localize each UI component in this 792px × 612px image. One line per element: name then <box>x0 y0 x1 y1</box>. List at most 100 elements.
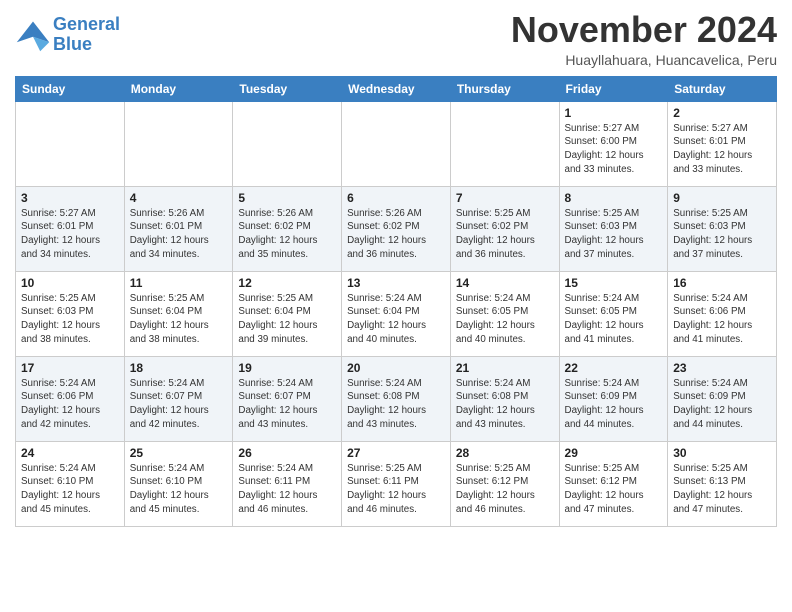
calendar: SundayMondayTuesdayWednesdayThursdayFrid… <box>15 76 777 527</box>
calendar-cell: 1 Sunrise: 5:27 AMSunset: 6:00 PMDaylight… <box>559 101 668 186</box>
week-row-5: 24 Sunrise: 5:24 AMSunset: 6:10 PMDayligh… <box>16 441 777 526</box>
logo-icon <box>15 17 51 53</box>
calendar-cell: 18Sunrise: 5:24 AMSunset: 6:07 PMDayligh… <box>124 356 233 441</box>
day-number: 13 <box>347 276 445 290</box>
calendar-cell <box>450 101 559 186</box>
calendar-cell: 24 Sunrise: 5:24 AMSunset: 6:10 PMDayligh… <box>16 441 125 526</box>
day-number: 24 <box>21 446 119 460</box>
logo: General Blue <box>15 15 120 55</box>
day-info: Sunrise: 5:27 AMSunset: 6:00 PMDaylight:… <box>565 122 663 177</box>
calendar-cell: 21 Sunrise: 5:24 AMSunset: 6:08 PMDayligh… <box>450 356 559 441</box>
day-number: 30 <box>673 446 771 460</box>
day-number: 4 <box>130 191 228 205</box>
calendar-cell: 10 Sunrise: 5:25 AMSunset: 6:03 PMDayligh… <box>16 271 125 356</box>
day-info: Sunrise: 5:24 AMSunset: 6:10 PMDaylight:… <box>130 462 228 517</box>
day-number: 20 <box>347 361 445 375</box>
day-info: Sunrise: 5:25 AMSunset: 6:13 PMDaylight:… <box>673 462 771 517</box>
calendar-cell: 4Sunrise: 5:26 AMSunset: 6:01 PMDaylight… <box>124 186 233 271</box>
day-number: 29 <box>565 446 663 460</box>
day-info: Sunrise: 5:26 AMSunset: 6:02 PMDaylight:… <box>238 207 336 262</box>
weekday-header-sunday: Sunday <box>16 76 125 101</box>
month-title: November 2024 <box>511 10 777 50</box>
calendar-cell: 25 Sunrise: 5:24 AMSunset: 6:10 PMDayligh… <box>124 441 233 526</box>
day-info: Sunrise: 5:24 AMSunset: 6:07 PMDaylight:… <box>130 377 228 432</box>
title-block: November 2024 Huayllahuara, Huancavelica… <box>511 10 777 68</box>
day-info: Sunrise: 5:24 AMSunset: 6:06 PMDaylight:… <box>673 292 771 347</box>
day-info: Sunrise: 5:24 AMSunset: 6:09 PMDaylight:… <box>565 377 663 432</box>
calendar-cell <box>16 101 125 186</box>
day-info: Sunrise: 5:24 AMSunset: 6:05 PMDaylight:… <box>456 292 554 347</box>
calendar-cell: 12 Sunrise: 5:25 AMSunset: 6:04 PMDayligh… <box>233 271 342 356</box>
day-info: Sunrise: 5:26 AMSunset: 6:02 PMDaylight:… <box>347 207 445 262</box>
week-row-3: 10 Sunrise: 5:25 AMSunset: 6:03 PMDayligh… <box>16 271 777 356</box>
calendar-cell: 14 Sunrise: 5:24 AMSunset: 6:05 PMDayligh… <box>450 271 559 356</box>
weekday-header-wednesday: Wednesday <box>342 76 451 101</box>
day-number: 3 <box>21 191 119 205</box>
calendar-cell <box>233 101 342 186</box>
calendar-cell: 13 Sunrise: 5:24 AMSunset: 6:04 PMDayligh… <box>342 271 451 356</box>
day-number: 7 <box>456 191 554 205</box>
day-info: Sunrise: 5:25 AMSunset: 6:12 PMDaylight:… <box>456 462 554 517</box>
day-number: 17 <box>21 361 119 375</box>
page: General Blue November 2024 Huayllahuara,… <box>0 0 792 542</box>
calendar-cell: 20Sunrise: 5:24 AMSunset: 6:08 PMDayligh… <box>342 356 451 441</box>
logo-text: General Blue <box>53 15 120 55</box>
day-info: Sunrise: 5:24 AMSunset: 6:04 PMDaylight:… <box>347 292 445 347</box>
calendar-cell: 7 Sunrise: 5:25 AMSunset: 6:02 PMDaylight… <box>450 186 559 271</box>
day-info: Sunrise: 5:25 AMSunset: 6:12 PMDaylight:… <box>565 462 663 517</box>
calendar-cell: 27Sunrise: 5:25 AMSunset: 6:11 PMDayligh… <box>342 441 451 526</box>
calendar-cell: 3 Sunrise: 5:27 AMSunset: 6:01 PMDaylight… <box>16 186 125 271</box>
calendar-cell: 5 Sunrise: 5:26 AMSunset: 6:02 PMDaylight… <box>233 186 342 271</box>
day-info: Sunrise: 5:25 AMSunset: 6:03 PMDaylight:… <box>21 292 119 347</box>
day-info: Sunrise: 5:24 AMSunset: 6:11 PMDaylight:… <box>238 462 336 517</box>
day-number: 10 <box>21 276 119 290</box>
day-number: 19 <box>238 361 336 375</box>
day-info: Sunrise: 5:24 AMSunset: 6:09 PMDaylight:… <box>673 377 771 432</box>
weekday-header-friday: Friday <box>559 76 668 101</box>
day-number: 15 <box>565 276 663 290</box>
calendar-cell: 30 Sunrise: 5:25 AMSunset: 6:13 PMDayligh… <box>668 441 777 526</box>
day-number: 21 <box>456 361 554 375</box>
calendar-cell: 19 Sunrise: 5:24 AMSunset: 6:07 PMDayligh… <box>233 356 342 441</box>
day-number: 5 <box>238 191 336 205</box>
day-info: Sunrise: 5:24 AMSunset: 6:10 PMDaylight:… <box>21 462 119 517</box>
day-info: Sunrise: 5:25 AMSunset: 6:04 PMDaylight:… <box>238 292 336 347</box>
calendar-cell: 11 Sunrise: 5:25 AMSunset: 6:04 PMDayligh… <box>124 271 233 356</box>
calendar-cell: 28Sunrise: 5:25 AMSunset: 6:12 PMDayligh… <box>450 441 559 526</box>
day-number: 23 <box>673 361 771 375</box>
day-number: 11 <box>130 276 228 290</box>
week-row-2: 3 Sunrise: 5:27 AMSunset: 6:01 PMDaylight… <box>16 186 777 271</box>
weekday-header-thursday: Thursday <box>450 76 559 101</box>
day-info: Sunrise: 5:25 AMSunset: 6:03 PMDaylight:… <box>673 207 771 262</box>
day-number: 9 <box>673 191 771 205</box>
weekday-header-row: SundayMondayTuesdayWednesdayThursdayFrid… <box>16 76 777 101</box>
calendar-cell: 9 Sunrise: 5:25 AMSunset: 6:03 PMDaylight… <box>668 186 777 271</box>
week-row-4: 17 Sunrise: 5:24 AMSunset: 6:06 PMDayligh… <box>16 356 777 441</box>
week-row-1: 1 Sunrise: 5:27 AMSunset: 6:00 PMDaylight… <box>16 101 777 186</box>
day-number: 22 <box>565 361 663 375</box>
location: Huayllahuara, Huancavelica, Peru <box>511 52 777 68</box>
day-number: 8 <box>565 191 663 205</box>
calendar-cell: 29 Sunrise: 5:25 AMSunset: 6:12 PMDayligh… <box>559 441 668 526</box>
day-number: 26 <box>238 446 336 460</box>
day-number: 14 <box>456 276 554 290</box>
day-number: 1 <box>565 106 663 120</box>
calendar-cell: 22 Sunrise: 5:24 AMSunset: 6:09 PMDayligh… <box>559 356 668 441</box>
day-number: 2 <box>673 106 771 120</box>
day-info: Sunrise: 5:24 AMSunset: 6:08 PMDaylight:… <box>456 377 554 432</box>
day-info: Sunrise: 5:25 AMSunset: 6:02 PMDaylight:… <box>456 207 554 262</box>
day-number: 25 <box>130 446 228 460</box>
day-info: Sunrise: 5:25 AMSunset: 6:11 PMDaylight:… <box>347 462 445 517</box>
day-info: Sunrise: 5:25 AMSunset: 6:04 PMDaylight:… <box>130 292 228 347</box>
logo-line2: Blue <box>53 35 120 55</box>
calendar-cell: 26 Sunrise: 5:24 AMSunset: 6:11 PMDayligh… <box>233 441 342 526</box>
day-info: Sunrise: 5:24 AMSunset: 6:07 PMDaylight:… <box>238 377 336 432</box>
header: General Blue November 2024 Huayllahuara,… <box>15 10 777 68</box>
calendar-cell <box>124 101 233 186</box>
day-info: Sunrise: 5:24 AMSunset: 6:06 PMDaylight:… <box>21 377 119 432</box>
day-info: Sunrise: 5:24 AMSunset: 6:05 PMDaylight:… <box>565 292 663 347</box>
day-number: 12 <box>238 276 336 290</box>
day-info: Sunrise: 5:25 AMSunset: 6:03 PMDaylight:… <box>565 207 663 262</box>
day-info: Sunrise: 5:27 AMSunset: 6:01 PMDaylight:… <box>21 207 119 262</box>
calendar-cell: 23 Sunrise: 5:24 AMSunset: 6:09 PMDayligh… <box>668 356 777 441</box>
